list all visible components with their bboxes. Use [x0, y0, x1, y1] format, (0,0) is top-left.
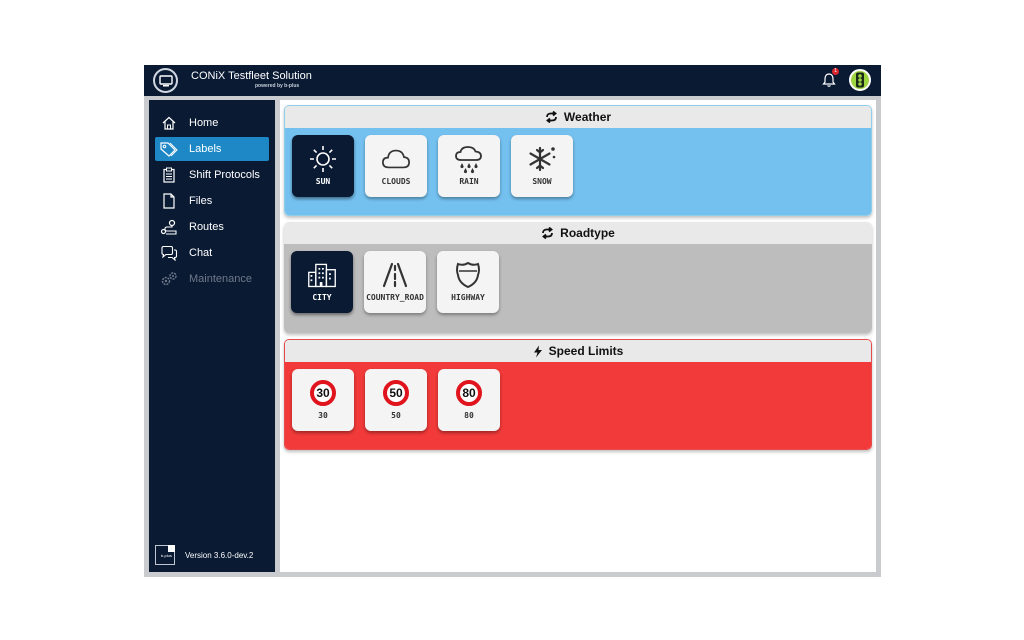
sync-icon: [541, 227, 554, 239]
group-header-roadtype[interactable]: Roadtype: [284, 222, 872, 244]
group-header-speed-limits[interactable]: Speed Limits: [285, 340, 871, 362]
speed-limit-sign-icon: 30: [308, 378, 338, 408]
sidebar-item-label: Maintenance: [189, 273, 252, 285]
sidebar-item-chat[interactable]: Chat: [155, 241, 269, 265]
sidebar-item-label: Home: [189, 117, 219, 129]
sidebar-item-label: Routes: [189, 221, 224, 233]
tag-icon: [160, 140, 178, 158]
sidebar-item-label: Labels: [189, 143, 222, 155]
tile-label: COUNTRY_ROAD: [366, 293, 424, 302]
top-bar: CONiX Testfleet Solution powered by b-pl…: [144, 65, 881, 96]
route-icon: [160, 218, 178, 236]
label-group-roadtype: Roadtype CITY COUNTRY_ROAD HIGHWAY: [284, 222, 872, 333]
version-label: Version 3.6.0-dev.2: [185, 551, 254, 560]
label-tile-speed-30[interactable]: 30 30: [292, 369, 354, 431]
tile-label: 30: [318, 411, 328, 420]
sidebar-item-routes[interactable]: Routes: [155, 215, 269, 239]
notification-badge: 1: [832, 68, 839, 75]
sidebar-item-files[interactable]: Files: [155, 189, 269, 213]
sidebar-item-label: Shift Protocols: [189, 169, 260, 181]
tile-label: 50: [391, 411, 401, 420]
tile-label: 80: [464, 411, 474, 420]
tile-label: CLOUDS: [381, 177, 411, 186]
sidebar-item-maintenance[interactable]: Maintenance: [155, 267, 269, 291]
speed-limit-sign-icon: 50: [381, 378, 411, 408]
tile-label: SNOW: [532, 177, 552, 186]
rain-icon: [454, 144, 484, 174]
sync-icon: [545, 111, 558, 123]
bolt-icon: [533, 345, 543, 358]
app-window: CONiX Testfleet Solution powered by b-pl…: [144, 65, 881, 577]
tile-label: CITY: [312, 293, 332, 302]
tile-label: HIGHWAY: [451, 293, 485, 302]
highway-shield-icon: [453, 260, 483, 290]
clipboard-icon: [160, 166, 178, 184]
sidebar: Home Labels Shift Protocols Files Routes: [149, 100, 275, 572]
file-icon: [160, 192, 178, 210]
label-tile-rain[interactable]: RAIN: [438, 135, 500, 197]
cloud-icon: [381, 144, 411, 174]
group-body-speed-limits: 30 30 50 50 80 80: [285, 362, 871, 449]
label-tile-speed-50[interactable]: 50 50: [365, 369, 427, 431]
app-title: CONiX Testfleet Solution: [191, 70, 312, 82]
label-tile-speed-80[interactable]: 80 80: [438, 369, 500, 431]
label-group-weather: Weather SUN CLOUDS RAIN SNOW: [284, 105, 872, 216]
chat-icon: [160, 244, 178, 262]
label-group-speed-limits: Speed Limits 30 30 50 50 80 80: [284, 339, 872, 450]
tile-label: SUN: [315, 177, 331, 186]
sidebar-item-labels[interactable]: Labels: [155, 137, 269, 161]
sidebar-item-label: Chat: [189, 247, 213, 259]
label-tile-country-road[interactable]: COUNTRY_ROAD: [364, 251, 426, 313]
b-plus-logo: b-plus: [155, 545, 175, 565]
home-icon: [160, 114, 178, 132]
speed-limit-sign-icon: 80: [454, 378, 484, 408]
sidebar-item-label: Files: [189, 195, 213, 207]
label-tile-snow[interactable]: SNOW: [511, 135, 573, 197]
gears-icon: [160, 270, 178, 288]
snow-icon: [527, 144, 557, 174]
tile-label: RAIN: [459, 177, 479, 186]
label-tile-sun[interactable]: SUN: [292, 135, 354, 197]
label-tile-clouds[interactable]: CLOUDS: [365, 135, 427, 197]
sidebar-item-shift-protocols[interactable]: Shift Protocols: [155, 163, 269, 187]
group-body-roadtype: CITY COUNTRY_ROAD HIGHWAY: [284, 244, 872, 333]
app-subtitle: powered by b-plus: [255, 83, 300, 89]
group-title: Weather: [563, 110, 612, 124]
app-logo-icon[interactable]: [153, 68, 178, 93]
label-tile-highway[interactable]: HIGHWAY: [437, 251, 499, 313]
group-title: Roadtype: [560, 226, 615, 240]
sidebar-item-home[interactable]: Home: [155, 111, 269, 135]
sun-icon: [308, 144, 338, 174]
traffic-light-icon[interactable]: [849, 69, 871, 91]
group-body-weather: SUN CLOUDS RAIN SNOW: [285, 128, 871, 215]
group-header-weather[interactable]: Weather: [285, 106, 871, 128]
group-title: Speed Limits: [548, 344, 624, 358]
city-icon: [307, 260, 337, 290]
label-tile-city[interactable]: CITY: [291, 251, 353, 313]
main-content: Weather SUN CLOUDS RAIN SNOW Roadtype CI…: [280, 100, 876, 572]
road-icon: [380, 260, 410, 290]
